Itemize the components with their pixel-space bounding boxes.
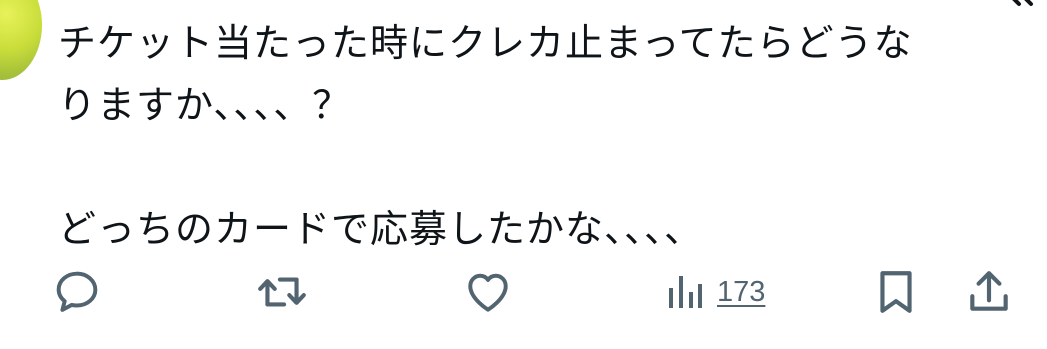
views-button[interactable]: 173 (665, 266, 765, 318)
retweet-button[interactable] (255, 266, 309, 318)
bookmark-icon (880, 271, 912, 313)
more-icon[interactable] (997, 0, 1037, 10)
views-chart-icon (669, 276, 702, 308)
reply-icon (56, 271, 98, 312)
tweet-line-2: りますか、、、、？ (58, 83, 352, 127)
avatar[interactable] (0, 0, 42, 80)
share-button[interactable] (966, 266, 1012, 318)
tweet-line-1: チケット当たった時にクレカ止まってたらどうな (58, 21, 913, 65)
tweet-actions: 173 (0, 266, 1047, 318)
views-count[interactable]: 173 (717, 276, 765, 309)
bookmark-button[interactable] (873, 266, 919, 318)
tweet-text: チケット当たった時にクレカ止まってたらどうな りますか、、、、？ どっちのカード… (58, 12, 1018, 260)
reply-button[interactable] (52, 266, 102, 318)
like-button[interactable] (463, 266, 513, 318)
share-icon (970, 271, 1008, 311)
tweet-line-3: どっちのカードで応募したかな、、、、 (58, 207, 704, 251)
heart-icon (468, 273, 508, 312)
retweet-icon (258, 277, 306, 307)
